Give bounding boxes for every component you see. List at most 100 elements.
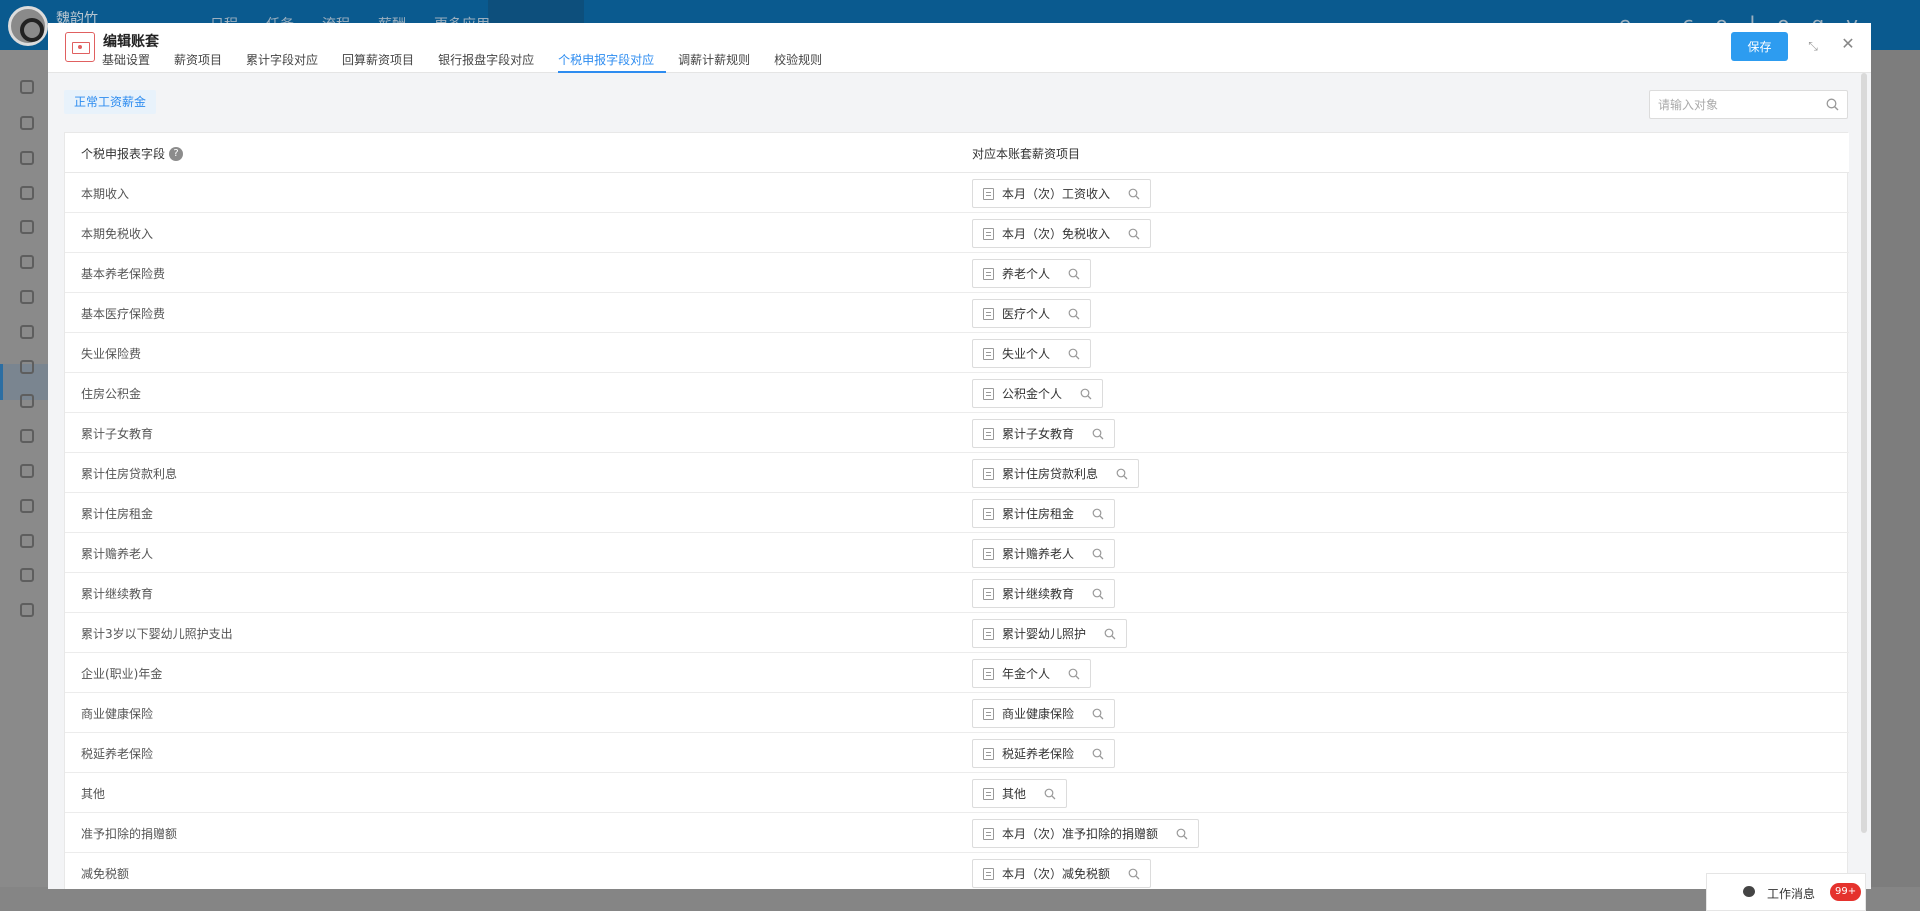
document-icon bbox=[983, 347, 994, 360]
table-row: 基本养老保险费 养老个人 bbox=[65, 253, 1849, 293]
salary-item-selector[interactable]: 累计赡养老人 bbox=[972, 539, 1116, 568]
tab-recalc-items[interactable]: 回算薪资项目 bbox=[342, 51, 426, 73]
search-icon[interactable] bbox=[1068, 308, 1080, 320]
search-icon[interactable] bbox=[1176, 828, 1188, 840]
document-icon bbox=[983, 227, 994, 240]
salary-item-value: 年金个人 bbox=[1002, 667, 1051, 681]
search-icon[interactable] bbox=[1068, 668, 1080, 680]
document-icon bbox=[983, 627, 994, 640]
tab-validation-rules[interactable]: 校验规则 bbox=[774, 51, 834, 73]
help-icon[interactable]: ? bbox=[169, 146, 184, 161]
salary-item-value: 商业健康保险 bbox=[1002, 707, 1075, 721]
sidebar-icon[interactable] bbox=[20, 220, 34, 234]
minimize-icon[interactable]: ⤡ bbox=[1806, 39, 1820, 53]
salary-item-value: 其他 bbox=[1002, 787, 1027, 801]
salary-item-selector[interactable]: 公积金个人 bbox=[972, 379, 1104, 408]
tab-basic-settings[interactable]: 基础设置 bbox=[102, 51, 162, 73]
salary-item-selector[interactable]: 累计继续教育 bbox=[972, 579, 1116, 608]
sidebar-icon[interactable] bbox=[20, 568, 34, 582]
sidebar-icon[interactable] bbox=[20, 499, 34, 513]
tag-normal-wages[interactable]: 正常工资薪金 bbox=[64, 90, 157, 114]
sidebar-icon[interactable] bbox=[20, 151, 34, 165]
search-icon[interactable] bbox=[1068, 348, 1080, 360]
tax-field-label: 住房公积金 bbox=[81, 387, 142, 401]
search-icon[interactable] bbox=[1044, 788, 1056, 800]
salary-item-selector[interactable]: 累计婴幼儿照护 bbox=[972, 619, 1128, 648]
search-icon[interactable] bbox=[1092, 748, 1104, 760]
document-icon bbox=[983, 827, 994, 840]
salary-item-selector[interactable]: 本月（次）准予扣除的捐赠额 bbox=[972, 819, 1200, 848]
sidebar-icon[interactable] bbox=[20, 80, 34, 94]
sidebar-icon[interactable] bbox=[20, 116, 34, 130]
sidebar-icon[interactable] bbox=[20, 255, 34, 269]
salary-item-selector[interactable]: 医疗个人 bbox=[972, 299, 1092, 328]
search-icon[interactable] bbox=[1116, 468, 1128, 480]
sidebar-icon[interactable] bbox=[20, 429, 34, 443]
salary-item-selector[interactable]: 本月（次）免税收入 bbox=[972, 219, 1152, 248]
tax-field-label: 减免税额 bbox=[81, 867, 130, 881]
salary-item-selector[interactable]: 累计住房租金 bbox=[972, 499, 1116, 528]
search-icon[interactable] bbox=[1092, 548, 1104, 560]
salary-item-selector[interactable]: 本月（次）减免税额 bbox=[972, 859, 1152, 888]
search-icon[interactable] bbox=[1128, 868, 1140, 880]
tax-field-label: 基本医疗保险费 bbox=[81, 307, 166, 321]
salary-item-selector[interactable]: 失业个人 bbox=[972, 339, 1092, 368]
salary-item-selector[interactable]: 商业健康保险 bbox=[972, 699, 1116, 728]
sidebar-icon[interactable] bbox=[20, 186, 34, 200]
table-row: 其他 其他 bbox=[65, 773, 1849, 813]
sidebar-icon[interactable] bbox=[20, 534, 34, 548]
search-input[interactable] bbox=[1658, 96, 1818, 114]
sidebar-icon[interactable] bbox=[20, 290, 34, 304]
table-row: 商业健康保险 商业健康保险 bbox=[65, 693, 1849, 733]
salary-item-selector[interactable]: 年金个人 bbox=[972, 659, 1092, 688]
sidebar-icon[interactable] bbox=[20, 360, 34, 374]
salary-item-selector[interactable]: 税延养老保险 bbox=[972, 739, 1116, 768]
search-icon[interactable] bbox=[1092, 708, 1104, 720]
work-message-widget[interactable]: 工作消息 99+ bbox=[1706, 873, 1866, 911]
tab-tax-report-fields[interactable]: 个税申报字段对应 bbox=[558, 51, 667, 73]
object-search[interactable] bbox=[1649, 90, 1848, 119]
salary-item-selector[interactable]: 累计住房贷款利息 bbox=[972, 459, 1140, 488]
sidebar-icon[interactable] bbox=[20, 464, 34, 478]
tab-bank-fields[interactable]: 银行报盘字段对应 bbox=[438, 51, 546, 73]
tax-field-label: 累计赡养老人 bbox=[81, 547, 154, 561]
table-row: 税延养老保险 税延养老保险 bbox=[65, 733, 1849, 773]
search-icon[interactable] bbox=[1092, 588, 1104, 600]
scrollbar[interactable] bbox=[1861, 73, 1867, 833]
tab-salary-adjust-rules[interactable]: 调薪计薪规则 bbox=[678, 51, 762, 73]
tax-field-label: 失业保险费 bbox=[81, 347, 142, 361]
search-icon[interactable] bbox=[1128, 228, 1140, 240]
search-icon[interactable] bbox=[1068, 268, 1080, 280]
sidebar-icon[interactable] bbox=[20, 603, 34, 617]
sidebar-icon[interactable] bbox=[20, 325, 34, 339]
save-button[interactable]: 保存 bbox=[1731, 32, 1788, 61]
salary-item-value: 累计住房租金 bbox=[1002, 507, 1075, 521]
tax-field-label: 累计3岁以下婴幼儿照护支出 bbox=[81, 627, 233, 641]
search-icon[interactable] bbox=[1128, 188, 1140, 200]
search-icon[interactable] bbox=[1092, 508, 1104, 520]
close-icon[interactable]: ✕ bbox=[1840, 36, 1856, 52]
search-icon[interactable] bbox=[1092, 428, 1104, 440]
table-row: 累计住房贷款利息 累计住房贷款利息 bbox=[65, 453, 1849, 493]
salary-item-selector[interactable]: 其他 bbox=[972, 779, 1068, 808]
tab-cumulative-fields[interactable]: 累计字段对应 bbox=[246, 51, 330, 73]
document-icon bbox=[983, 307, 994, 320]
salary-item-value: 累计婴幼儿照护 bbox=[1002, 627, 1087, 641]
salary-item-selector[interactable]: 本月（次）工资收入 bbox=[972, 179, 1152, 208]
search-icon[interactable] bbox=[1826, 98, 1839, 111]
table-row: 累计继续教育 累计继续教育 bbox=[65, 573, 1849, 613]
table-header: 个税申报表字段 ? 对应本账套薪资项目 bbox=[65, 133, 1849, 173]
search-icon[interactable] bbox=[1080, 388, 1092, 400]
document-icon bbox=[983, 267, 994, 280]
table-row: 累计住房租金 累计住房租金 bbox=[65, 493, 1849, 533]
table-row: 企业(职业)年金 年金个人 bbox=[65, 653, 1849, 693]
salary-item-selector[interactable]: 养老个人 bbox=[972, 259, 1092, 288]
table-row: 累计3岁以下婴幼儿照护支出 累计婴幼儿照护 bbox=[65, 613, 1849, 653]
salary-item-selector[interactable]: 累计子女教育 bbox=[972, 419, 1116, 448]
message-count-badge: 99+ bbox=[1830, 883, 1862, 901]
tab-salary-items[interactable]: 薪资项目 bbox=[174, 51, 234, 73]
sidebar-icon[interactable] bbox=[20, 394, 34, 408]
modal-header: 编辑账套 基础设置 薪资项目 累计字段对应 回算薪资项目 银行报盘字段对应 个税… bbox=[48, 23, 1871, 73]
tax-field-mapping-table: 个税申报表字段 ? 对应本账套薪资项目 本期收入 本月（次）工资收入 本期免税收入本… bbox=[64, 132, 1849, 889]
search-icon[interactable] bbox=[1104, 628, 1116, 640]
